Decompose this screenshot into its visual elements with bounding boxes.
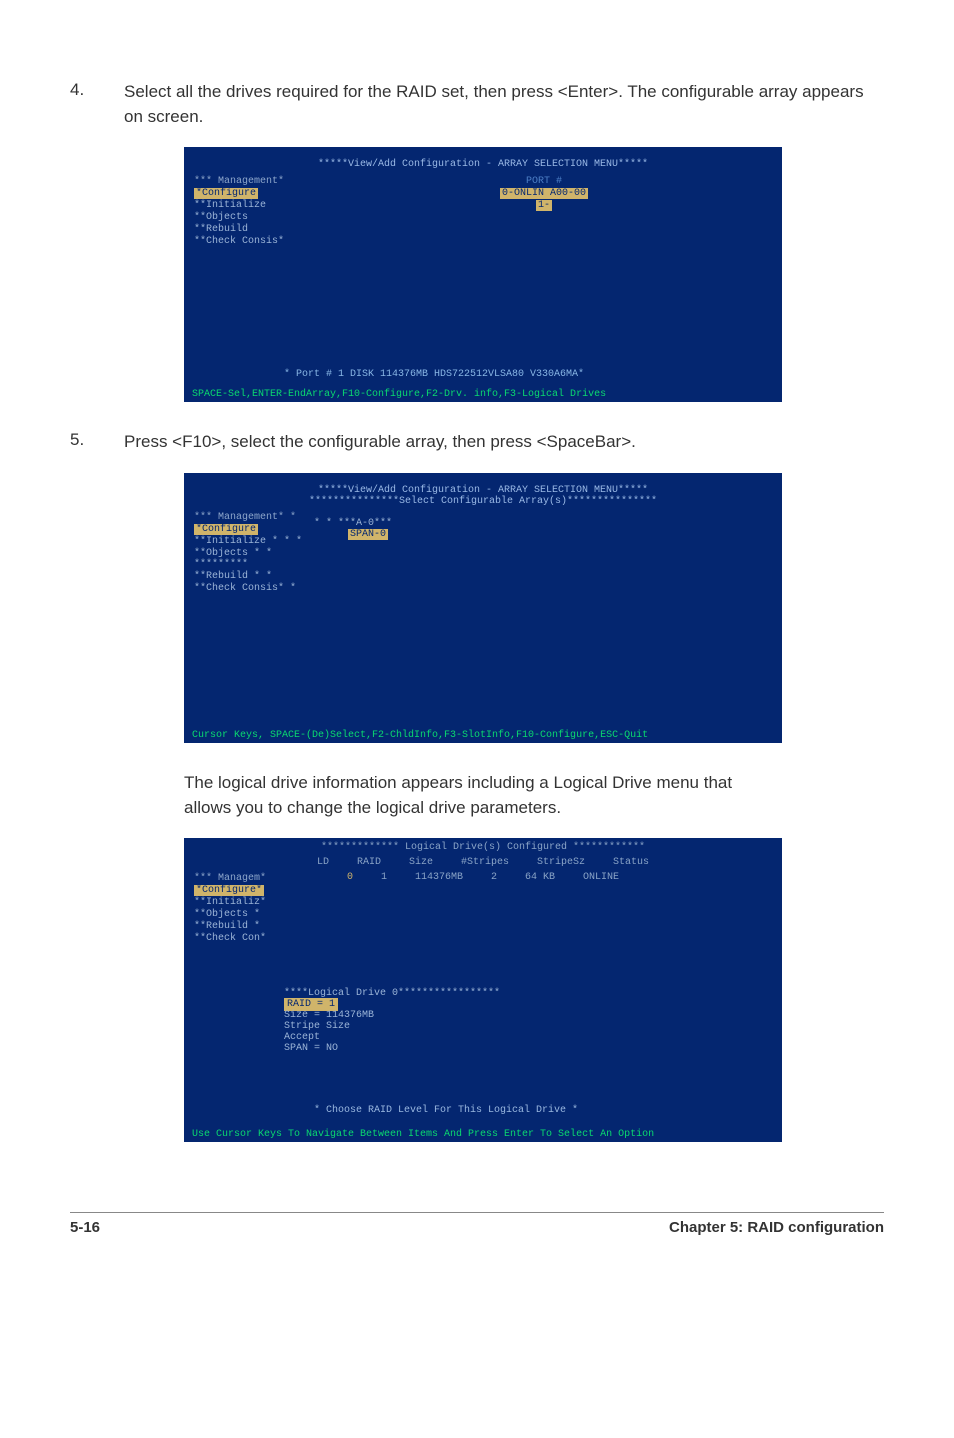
s1-management: *** Management* [194,176,306,187]
s3-objects: **Objects * [194,909,266,920]
s2-hint: Cursor Keys, SPACE-(De)Select,F2-ChldInf… [192,730,648,741]
s2-a0: * * ***A-0*** [314,518,392,529]
step5-number: 5. [70,430,124,455]
s3-size-line: Size = 114376MB [284,1010,500,1021]
s1-rebuild: **Rebuild [194,224,306,235]
col-stripesz: StripeSz [537,857,585,868]
col-size: Size [409,857,433,868]
footer-page-number: 5-16 [70,1219,100,1236]
s3-hint: Use Cursor Keys To Navigate Between Item… [192,1129,654,1140]
s3-choose: * Choose RAID Level For This Logical Dri… [314,1105,578,1116]
col-ld: LD [317,857,329,868]
dat-status: ONLINE [583,872,619,883]
s2-title1: *****View/Add Configuration - ARRAY SELE… [184,473,782,496]
s2-configure: *Configure [194,524,258,535]
follow-text: The logical drive information appears in… [184,771,782,820]
step4-number: 4. [70,80,124,129]
s1-configure: *Configure [194,188,258,199]
s1-disk-text: * Port # 1 DISK 114376MB HDS722512VLSA80… [284,369,584,380]
col-stripes: #Stripes [461,857,509,868]
s2-initialize: **Initialize * * * [194,536,306,547]
s2-menu: *** Management* * *Configure **Initializ… [194,511,306,595]
step-4: 4. Select all the drives required for th… [70,80,884,129]
s2-span0: SPAN-0 [348,529,388,540]
s3-management: *** Managem* [194,873,266,884]
s3-stripe-line: Stripe Size [284,1021,500,1032]
dat-size: 114376MB [415,872,463,883]
s3-check: **Check Con* [194,933,266,944]
s1-port-row2: 1- [536,200,552,211]
step-5: 5. Press <F10>, select the configurable … [70,430,884,455]
s2-management: *** Management* * [194,512,306,523]
s1-disk-line: * Port # 1 DISK 114376MB HDS722512VLSA80… [284,369,584,380]
s3-columns: LD RAID Size #Stripes StripeSz Status [184,857,782,868]
bios-screenshot-1: *****View/Add Configuration - ARRAY SELE… [184,147,782,402]
s3-initialize: **Initializ* [194,897,266,908]
dat-raid: 1 [381,872,387,883]
s1-hint: SPACE-Sel,ENTER-EndArray,F10-Configure,F… [192,389,606,400]
s1-check: **Check Consis* [194,236,306,247]
footer-chapter: Chapter 5: RAID configuration [669,1219,884,1236]
step4-text: Select all the drives required for the R… [124,80,884,129]
s1-title: *****View/Add Configuration - ARRAY SELE… [184,147,782,170]
s3-header: ************* Logical Drive(s) Configure… [184,838,782,853]
s3-accept-line: Accept [284,1032,500,1043]
dat-stripes: 2 [491,872,497,883]
dat-stripesz: 64 KB [525,872,555,883]
s3-menu: *** Managem* *Configure* **Initializ* **… [194,872,266,945]
page-footer: 5-16 Chapter 5: RAID configuration [70,1212,884,1236]
s3-rebuild: **Rebuild * [194,921,266,932]
s2-a0-row: * * ***A-0*** SPAN-0 [314,518,392,540]
s2-check: **Check Consis* * [194,583,306,594]
s3-span-line: SPAN = NO [284,1043,500,1054]
step5-text: Press <F10>, select the configurable arr… [124,430,884,455]
s1-port-title: PORT # [444,176,644,187]
s1-port-row1: 0-ONLIN A00-00 [500,188,588,199]
bios-screenshot-2: *****View/Add Configuration - ARRAY SELE… [184,473,782,743]
s2-objects: **Objects * * ********* [194,548,306,570]
col-raid: RAID [357,857,381,868]
col-status: Status [613,857,649,868]
s1-initialize: **Initialize [194,200,306,211]
s1-port-box: PORT # 0-ONLIN A00-00 1- [444,175,644,212]
s2-rebuild: **Rebuild * * [194,571,306,582]
bios-screenshot-3: ************* Logical Drive(s) Configure… [184,838,782,1142]
s3-logical-drive-box: ****Logical Drive 0***************** RAI… [284,988,500,1054]
s1-menu: *** Management* *Configure **Initialize … [194,175,306,248]
s2-title2: ***************Select Configurable Array… [184,496,782,507]
dat-ld: 0 [347,872,353,883]
s3-data-row: 0 1 114376MB 2 64 KB ONLINE [184,872,782,883]
s1-objects: **Objects [194,212,306,223]
s3-configure: *Configure* [194,885,264,896]
